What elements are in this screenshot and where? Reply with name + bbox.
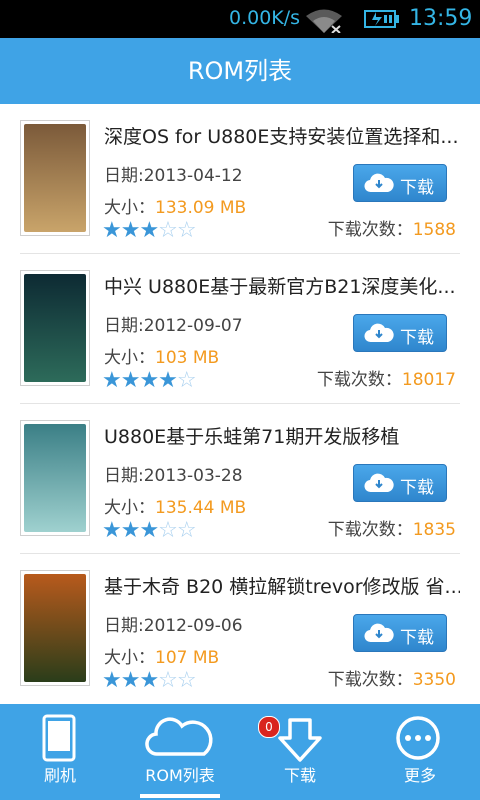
rating-stars: ★★★☆☆ [102,518,197,543]
tab-download[interactable]: 0 下载 [240,704,360,800]
rom-size: 大小：135.44 MB [104,498,247,518]
download-count: 下载次数：3350 [327,670,456,690]
tab-rom-list[interactable]: ROM列表 [120,704,240,800]
rom-title: 中兴 U880E基于最新官方B21深度美化... [104,276,456,298]
download-button[interactable]: 下载 [353,614,447,652]
tab-more[interactable]: 更多 [360,704,480,800]
battery-charging-icon [364,9,400,33]
cloud-icon [120,714,240,764]
rom-title: U880E基于乐蛙第71期开发版移植 [104,426,400,448]
rating-stars: ★★★☆☆ [102,218,197,243]
tab-label: 更多 [403,766,436,785]
rom-date: 日期:2013-03-28 [104,466,243,486]
download-button[interactable]: 下载 [353,164,447,202]
list-item[interactable]: 中兴 U880E基于最新官方B21深度美化... 日期:2012-09-07 大… [0,254,480,404]
cloud-download-icon [364,322,394,349]
more-dots-icon [360,714,480,764]
rom-thumbnail [20,270,90,386]
cloud-download-icon [364,472,394,499]
download-badge: 0 [258,716,280,738]
list-item[interactable]: 基于木奇 B20 横拉解锁trevor修改版 省... 日期:2012-09-0… [0,554,480,704]
rom-date: 日期:2012-09-07 [104,316,243,336]
list-item[interactable]: U880E基于乐蛙第71期开发版移植 日期:2013-03-28 大小：135.… [0,404,480,554]
wifi-icon [304,7,344,37]
page-header: ROM列表 [0,38,480,104]
download-button[interactable]: 下载 [353,464,447,502]
rating-stars: ★★★★☆ [102,368,197,393]
download-count: 下载次数：1588 [327,220,456,240]
rom-size: 大小：103 MB [104,348,220,368]
rating-stars: ★★★☆☆ [102,668,197,693]
download-button[interactable]: 下载 [353,314,447,352]
cloud-download-icon [364,172,394,199]
rom-date: 日期:2012-09-06 [104,616,243,636]
rom-thumbnail [20,120,90,236]
download-count: 下载次数：18017 [316,370,456,390]
cloud-download-icon [364,622,394,649]
clock: 13:59 [409,6,473,31]
rom-date: 日期:2013-04-12 [104,166,243,186]
rom-list[interactable]: 深度OS for U880E支持安装位置选择和... 日期:2013-04-12… [0,104,480,704]
rom-title: 基于木奇 B20 横拉解锁trevor修改版 省... [104,576,460,598]
rom-thumbnail [20,570,90,686]
tab-label: ROM列表 [145,766,215,785]
status-bar: 0.00K/s 13:59 [0,0,480,38]
tab-label: 刷机 [43,766,76,785]
rom-title: 深度OS for U880E支持安装位置选择和... [104,126,459,148]
rom-size: 大小：107 MB [104,648,220,668]
list-item[interactable]: 深度OS for U880E支持安装位置选择和... 日期:2013-04-12… [0,104,480,254]
download-count: 下载次数：1835 [327,520,456,540]
rom-size: 大小：133.09 MB [104,198,247,218]
rom-thumbnail [20,420,90,536]
phone-icon [0,714,120,764]
tab-label: 下载 [283,766,316,785]
bottom-tab-bar: 刷机 ROM列表 0 下载 更多 [0,704,480,800]
page-title: ROM列表 [187,57,293,85]
net-speed: 0.00K/s [229,7,301,29]
tab-flash[interactable]: 刷机 [0,704,120,800]
